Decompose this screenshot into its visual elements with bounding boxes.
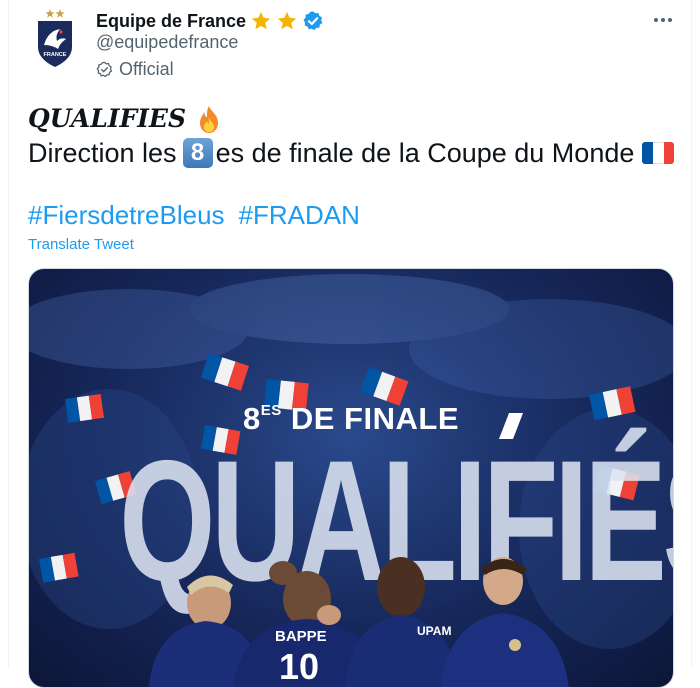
display-name[interactable]: Equipe de France [96,11,246,32]
star-icon [251,11,271,30]
hashtag-link[interactable]: #FiersdetreBleus [28,200,225,231]
players-group: BAPPE 10 UPAM [149,557,569,687]
jersey-number: 10 [279,646,319,687]
jersey-name: UPAM [417,624,451,638]
official-check-icon [96,61,113,78]
more-icon [654,18,658,22]
author-name-row: Equipe de France [96,9,324,33]
flag-white [653,142,664,164]
tweet-line2-suffix: es de finale de la Coupe du Monde [215,138,635,168]
jersey-name: BAPPE [275,628,327,645]
official-label: Official [96,59,174,80]
tweet-text: QUALIFIES Direction les 8 es de finale d… [28,102,675,170]
tweet-headline: QUALIFIES [28,104,187,133]
official-text: Official [119,59,174,79]
flag-red [663,142,675,164]
more-icon-dot [668,18,672,22]
player-right [441,557,569,687]
crest-text: FRANCE [44,52,67,58]
avatar[interactable]: FRANCE [30,7,80,69]
flag-blue [642,142,654,164]
player-right-center: UPAM [345,557,459,687]
star-icon [277,11,297,30]
keycap-digit: 8 [182,138,213,168]
france-flag-icon [642,142,675,164]
translate-tweet-link[interactable]: Translate Tweet [28,236,134,253]
fire-icon [200,106,219,133]
verified-badge-icon[interactable] [302,10,324,32]
tweet-media-image[interactable]: 8ES DE FINALE QUALIFIÉS BAPPE 10 UPAM [28,268,674,688]
more-options-button[interactable] [650,10,676,30]
hashtag-link[interactable]: #FRADAN [239,200,360,231]
hashtags: #FiersdetreBleus #FRADAN [28,200,360,231]
more-icon-dot [661,18,665,22]
crest-stars [45,9,65,18]
tweet-line2-prefix: Direction les [28,138,177,168]
author-handle[interactable]: @equipedefrance [96,32,238,53]
